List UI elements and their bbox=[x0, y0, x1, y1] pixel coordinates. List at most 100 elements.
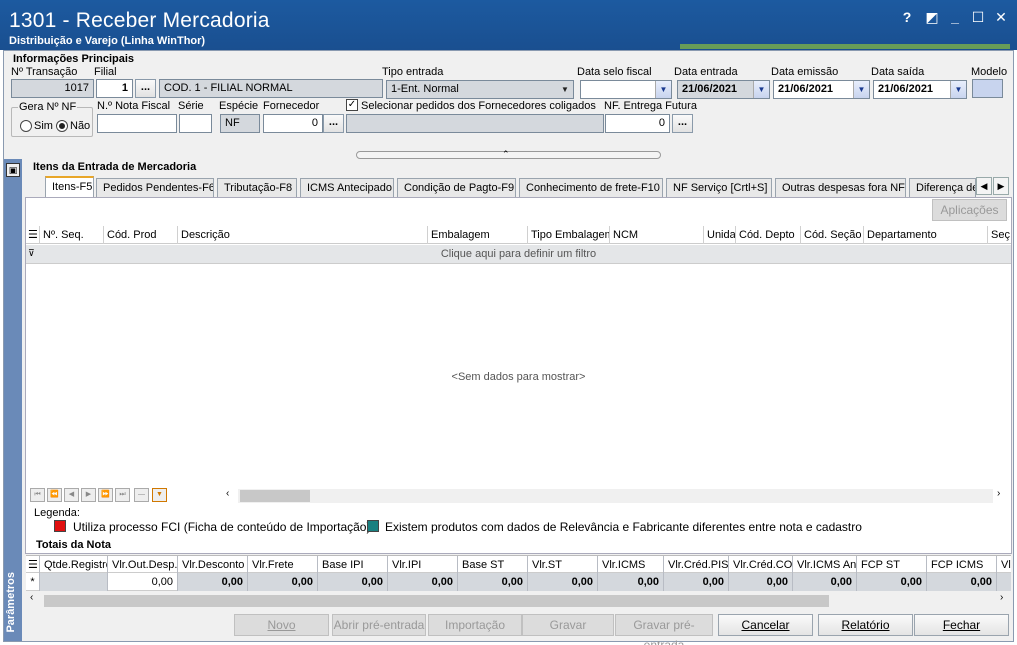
tab-outras-despesas[interactable]: Outras despesas fora NF bbox=[775, 178, 906, 197]
chevron-down-icon[interactable]: ▼ bbox=[655, 81, 671, 98]
tcol-fcp-st[interactable]: FCP ST bbox=[857, 556, 927, 574]
maximize-icon[interactable]: ☐ bbox=[968, 9, 988, 27]
items-hscroll-track[interactable] bbox=[238, 489, 993, 503]
coligados-checkbox[interactable]: ✓ bbox=[346, 99, 358, 111]
tab-itens[interactable]: Itens-F5 bbox=[45, 176, 94, 197]
filter-row[interactable]: ⊽ Clique aqui para definir um filtro bbox=[26, 245, 1011, 264]
totals-hscroll-left-icon[interactable]: ‹ bbox=[30, 592, 33, 603]
tcol-qtde[interactable]: Qtde.Registro bbox=[40, 556, 108, 574]
tcol-icms-ant[interactable]: Vlr.ICMS An bbox=[793, 556, 857, 574]
filial-field[interactable]: 1 bbox=[96, 79, 133, 98]
tab-scroll-left-icon[interactable]: ◀ bbox=[976, 177, 992, 195]
cancelar-button[interactable]: Cancelar bbox=[718, 614, 813, 636]
help-icon[interactable]: ? bbox=[897, 9, 917, 27]
tab-diferenca[interactable]: Diferença de bbox=[909, 178, 976, 197]
col-tipo-embalagem[interactable]: Tipo Embalagem bbox=[528, 226, 610, 244]
novo-button[interactable]: Novo bbox=[234, 614, 329, 636]
totals-column-chooser-icon[interactable]: ☰ bbox=[26, 556, 40, 574]
tab-icms-antecipado[interactable]: ICMS Antecipado bbox=[300, 178, 394, 197]
totals-row-marker: * bbox=[26, 573, 40, 591]
gravar-pre-entrada-button[interactable]: Gravar pré-entrada bbox=[615, 614, 713, 645]
serie-field[interactable] bbox=[179, 114, 212, 133]
pin-icon[interactable]: ▣ bbox=[6, 163, 20, 177]
importacao-button[interactable]: Importação bbox=[428, 614, 522, 636]
modelo-field[interactable] bbox=[972, 79, 1003, 98]
tcol-icms[interactable]: Vlr.ICMS bbox=[598, 556, 664, 574]
data-emissao-field[interactable]: 21/06/2021 ▼ bbox=[773, 80, 870, 99]
tcol-vl[interactable]: Vl bbox=[997, 556, 1011, 574]
tcol-cred-cofins[interactable]: Vlr.Créd.CO bbox=[729, 556, 793, 574]
relatorio-button[interactable]: Relatório bbox=[818, 614, 913, 636]
nav-next-page-icon[interactable]: ⏩ bbox=[98, 488, 113, 502]
nav-prev-page-icon[interactable]: ⏪ bbox=[47, 488, 62, 502]
col-unidade[interactable]: Unida bbox=[704, 226, 736, 244]
tab-scroll-right-icon[interactable]: ▶ bbox=[993, 177, 1009, 195]
column-chooser-icon[interactable]: ☰ bbox=[26, 226, 40, 244]
transacao-field[interactable]: 1017 bbox=[11, 79, 94, 98]
totals-hscroll-right-icon[interactable]: › bbox=[1000, 592, 1003, 603]
col-cod-secao[interactable]: Cód. Seção bbox=[801, 226, 864, 244]
fornecedor-search-button[interactable]: ... bbox=[323, 114, 344, 133]
nav-first-icon[interactable]: ⏮ bbox=[30, 488, 45, 502]
data-selo-field[interactable]: ▼ bbox=[580, 80, 672, 99]
tab-pedidos-pendentes[interactable]: Pedidos Pendentes-F6 bbox=[96, 178, 214, 197]
nav-filter-icon[interactable]: ▼ bbox=[152, 488, 167, 502]
col-cod-depto[interactable]: Cód. Depto bbox=[736, 226, 801, 244]
tcol-out-desp[interactable]: Vlr.Out.Desp. bbox=[108, 556, 178, 574]
col-secao[interactable]: Seç bbox=[988, 226, 1011, 244]
aplicacoes-button[interactable]: Aplicações bbox=[932, 199, 1007, 221]
nf-entrega-field[interactable]: 0 bbox=[605, 114, 670, 133]
fechar-button[interactable]: Fechar bbox=[914, 614, 1009, 636]
nao-radio[interactable] bbox=[56, 120, 68, 132]
tab-tributacao[interactable]: Tributação-F8 bbox=[217, 178, 297, 197]
tval-fcp-st: 0,00 bbox=[857, 573, 927, 591]
nav-last-icon[interactable]: ⏭ bbox=[115, 488, 130, 502]
data-entrada-field[interactable]: 21/06/2021 ▼ bbox=[677, 80, 770, 99]
hscroll-right-icon[interactable]: › bbox=[997, 488, 1000, 499]
col-cod-prod[interactable]: Cód. Prod bbox=[104, 226, 178, 244]
tcol-fcp-icms[interactable]: FCP ICMS bbox=[927, 556, 997, 574]
tab-conhecimento-frete[interactable]: Conhecimento de frete-F10 bbox=[519, 178, 663, 197]
tcol-st[interactable]: Vlr.ST bbox=[528, 556, 598, 574]
close-icon[interactable]: ✕ bbox=[991, 9, 1011, 27]
col-embalagem[interactable]: Embalagem bbox=[428, 226, 528, 244]
minimize-icon[interactable]: _ bbox=[945, 9, 965, 27]
tcol-base-ipi[interactable]: Base IPI bbox=[318, 556, 388, 574]
col-ncm[interactable]: NCM bbox=[610, 226, 704, 244]
nota-fiscal-field[interactable] bbox=[97, 114, 177, 133]
chevron-down-icon[interactable]: ▼ bbox=[753, 81, 769, 98]
items-hscroll-thumb[interactable] bbox=[240, 490, 310, 502]
col-departamento[interactable]: Departamento bbox=[864, 226, 988, 244]
chevron-down-icon[interactable]: ▼ bbox=[950, 81, 966, 98]
fornecedor-field[interactable]: 0 bbox=[263, 114, 323, 133]
nav-next-icon[interactable]: ▶ bbox=[81, 488, 96, 502]
nf-entrega-search-button[interactable]: ... bbox=[672, 114, 693, 133]
tval-out-desp[interactable]: 0,00 bbox=[108, 573, 178, 591]
col-descricao[interactable]: Descrição bbox=[178, 226, 428, 244]
totals-grid-header: ☰ Qtde.Registro Vlr.Out.Desp. Vlr.Descon… bbox=[26, 555, 1011, 574]
tcol-base-st[interactable]: Base ST bbox=[458, 556, 528, 574]
tcol-frete[interactable]: Vlr.Frete bbox=[248, 556, 318, 574]
tipo-entrada-select[interactable]: 1-Ent. Normal ▼ bbox=[386, 80, 574, 99]
sim-radio[interactable] bbox=[20, 120, 32, 132]
tcol-ipi[interactable]: Vlr.IPI bbox=[388, 556, 458, 574]
restore-icon[interactable]: ◩ bbox=[922, 9, 942, 27]
filial-search-button[interactable]: ... bbox=[135, 79, 156, 98]
chevron-down-icon[interactable]: ▼ bbox=[853, 81, 869, 98]
col-seq[interactable]: Nº. Seq. bbox=[40, 226, 104, 244]
gravar-button[interactable]: Gravar bbox=[522, 614, 614, 636]
tcol-desconto[interactable]: Vlr.Desconto bbox=[178, 556, 248, 574]
chevron-down-icon[interactable]: ▼ bbox=[557, 81, 573, 98]
nav-prev-icon[interactable]: ◀ bbox=[64, 488, 79, 502]
tcol-cred-pis[interactable]: Vlr.Créd.PIS bbox=[664, 556, 729, 574]
totals-hscroll-thumb[interactable] bbox=[44, 595, 829, 607]
data-saida-field[interactable]: 21/06/2021 ▼ bbox=[873, 80, 967, 99]
tab-nf-servico[interactable]: NF Serviço [Crtl+S] bbox=[666, 178, 772, 197]
parametros-sidebar[interactable]: ▣ Parâmetros bbox=[4, 159, 22, 641]
tab-condicao-pagto[interactable]: Condição de Pagto-F9 bbox=[397, 178, 516, 197]
abrir-pre-entrada-button[interactable]: Abrir pré-entrada bbox=[332, 614, 426, 636]
hscroll-left-icon[interactable]: ‹ bbox=[226, 488, 229, 499]
nav-delete-icon[interactable]: — bbox=[134, 488, 149, 502]
panel-splitter[interactable]: ⌃ bbox=[356, 149, 661, 159]
totals-hscroll-track[interactable] bbox=[42, 594, 997, 608]
